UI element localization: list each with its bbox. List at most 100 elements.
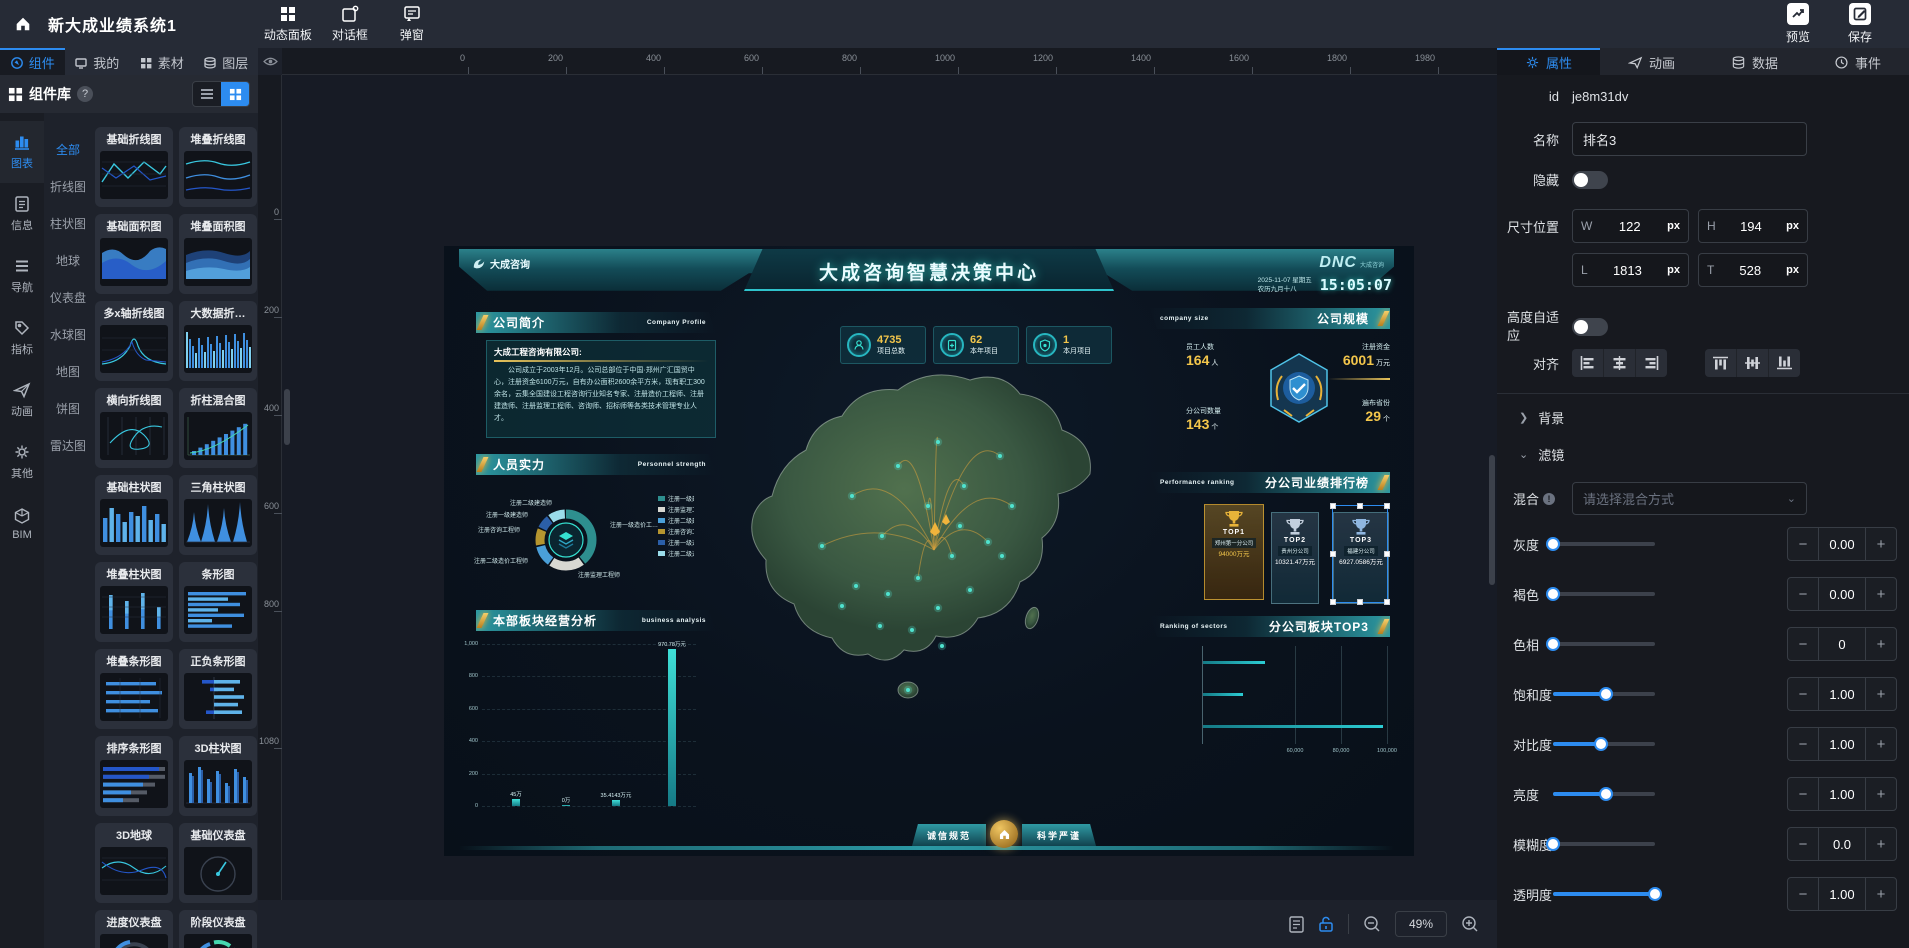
align-left-button[interactable] xyxy=(1572,349,1603,377)
slider-thumb[interactable] xyxy=(1648,887,1662,901)
increment-button[interactable]: + xyxy=(1866,778,1896,810)
category-item[interactable]: 全部 xyxy=(44,131,92,168)
slider-track[interactable] xyxy=(1553,542,1655,546)
name-input[interactable] xyxy=(1572,122,1807,156)
component-card[interactable]: 折柱混合图 xyxy=(179,388,257,468)
component-card[interactable]: 堆叠折线图 xyxy=(179,127,257,207)
rail-item-charts[interactable]: 图表 xyxy=(0,121,44,183)
component-card[interactable]: 横向折线图 xyxy=(95,388,173,468)
decrement-button[interactable]: − xyxy=(1788,528,1818,560)
rail-item-nav[interactable]: 导航 xyxy=(0,245,44,307)
decrement-button[interactable]: − xyxy=(1788,828,1818,860)
decrement-button[interactable]: − xyxy=(1788,678,1818,710)
selection-handle[interactable] xyxy=(1357,503,1363,509)
autoheight-toggle[interactable] xyxy=(1572,318,1608,336)
top-field[interactable]: T528px xyxy=(1698,253,1808,287)
component-card[interactable]: 堆叠柱状图 xyxy=(95,562,173,642)
component-card[interactable]: 基础折线图 xyxy=(95,127,173,207)
tab-mine[interactable]: 我的 xyxy=(65,48,130,75)
rail-item-animation[interactable]: 动画 xyxy=(0,369,44,431)
slider-track[interactable] xyxy=(1553,892,1655,896)
decrement-button[interactable]: − xyxy=(1788,578,1818,610)
zoom-out-button[interactable] xyxy=(1363,915,1381,933)
grid-view-button[interactable] xyxy=(221,82,249,106)
component-card[interactable]: 多x轴折线图 xyxy=(95,301,173,381)
component-card[interactable]: 基础仪表盘 xyxy=(179,823,257,903)
slider-thumb[interactable] xyxy=(1599,787,1613,801)
toolbar-popup-button[interactable]: 弹窗 xyxy=(381,0,443,48)
component-card[interactable]: 正负条形图 xyxy=(179,649,257,729)
decrement-button[interactable]: − xyxy=(1788,778,1818,810)
toolbar-dialog-button[interactable]: 对话框 xyxy=(319,0,381,48)
hide-toggle[interactable] xyxy=(1572,171,1608,189)
increment-button[interactable]: + xyxy=(1866,728,1896,760)
slider-thumb[interactable] xyxy=(1599,687,1613,701)
component-card[interactable]: 堆叠面积图 xyxy=(179,214,257,294)
help-icon[interactable]: ? xyxy=(77,86,93,102)
slider-track[interactable] xyxy=(1553,642,1655,646)
category-item[interactable]: 仪表盘 xyxy=(44,279,92,316)
selection-handle[interactable] xyxy=(1330,503,1336,509)
slider-thumb[interactable] xyxy=(1546,537,1560,551)
list-view-button[interactable] xyxy=(193,82,221,106)
home-button[interactable] xyxy=(0,0,46,48)
width-field[interactable]: W122px xyxy=(1572,209,1689,243)
topbar-preview-button[interactable]: 预览 xyxy=(1767,0,1829,48)
selection-handle[interactable] xyxy=(1384,551,1390,557)
slider-track[interactable] xyxy=(1553,592,1655,596)
left-scrollbar-thumb[interactable] xyxy=(284,389,290,445)
selection-handle[interactable] xyxy=(1384,503,1390,509)
slider-thumb[interactable] xyxy=(1546,637,1560,651)
canvas-body[interactable]: 大成咨询 DNC大成咨询 大成咨询智慧决策中心 2025-11-07 星期五 农… xyxy=(258,75,1497,900)
component-card[interactable]: 三角柱状图 xyxy=(179,475,257,555)
tab-layers[interactable]: 图层 xyxy=(194,48,259,75)
category-item[interactable]: 柱状图 xyxy=(44,205,92,242)
slider-track[interactable] xyxy=(1553,842,1655,846)
component-card[interactable]: 3D地球 xyxy=(95,823,173,903)
zoom-level-input[interactable]: 49% xyxy=(1395,911,1447,937)
component-card[interactable]: 3D柱状图 xyxy=(179,736,257,816)
blend-select[interactable]: 请选择混合方式 ⌄ xyxy=(1572,482,1807,515)
filter-section-toggle[interactable]: ⌄ 滤镜 xyxy=(1519,445,1909,464)
dashboard-preview[interactable]: 大成咨询 DNC大成咨询 大成咨询智慧决策中心 2025-11-07 星期五 农… xyxy=(444,246,1414,856)
rail-item-info[interactable]: 信息 xyxy=(0,183,44,245)
slider-thumb[interactable] xyxy=(1594,737,1608,751)
category-item[interactable]: 地球 xyxy=(44,242,92,279)
tab-attributes[interactable]: 属性 xyxy=(1497,48,1600,75)
align-bottom-button[interactable] xyxy=(1769,349,1800,377)
selection-handle[interactable] xyxy=(1330,551,1336,557)
decrement-button[interactable]: − xyxy=(1788,878,1818,910)
component-card[interactable]: 进度仪表盘 xyxy=(95,910,173,948)
decrement-button[interactable]: − xyxy=(1788,728,1818,760)
align-top-button[interactable] xyxy=(1705,349,1736,377)
component-card[interactable]: 条形图 xyxy=(179,562,257,642)
background-section-toggle[interactable]: ❯ 背景 xyxy=(1519,408,1909,427)
topbar-save-button[interactable]: 保存 xyxy=(1829,0,1891,48)
left-field[interactable]: L1813px xyxy=(1572,253,1689,287)
page-list-button[interactable] xyxy=(1289,916,1304,933)
increment-button[interactable]: + xyxy=(1866,578,1896,610)
tab-animation[interactable]: 动画 xyxy=(1600,48,1703,75)
component-card[interactable]: 基础面积图 xyxy=(95,214,173,294)
toolbar-grid-button[interactable]: 动态面板 xyxy=(257,0,319,48)
selection-box[interactable] xyxy=(1332,505,1388,603)
height-field[interactable]: H194px xyxy=(1698,209,1808,243)
slider-thumb[interactable] xyxy=(1546,837,1560,851)
component-card[interactable]: 排序条形图 xyxy=(95,736,173,816)
increment-button[interactable]: + xyxy=(1866,878,1896,910)
zoom-in-button[interactable] xyxy=(1461,915,1479,933)
tab-materials[interactable]: 素材 xyxy=(129,48,194,75)
increment-button[interactable]: + xyxy=(1866,678,1896,710)
selection-handle[interactable] xyxy=(1357,599,1363,605)
ruler-corner[interactable] xyxy=(258,48,282,75)
lock-button[interactable] xyxy=(1318,916,1334,933)
slider-track[interactable] xyxy=(1553,742,1655,746)
tab-components[interactable]: 组件 xyxy=(0,48,65,75)
increment-button[interactable]: + xyxy=(1866,628,1896,660)
category-item[interactable]: 饼图 xyxy=(44,390,92,427)
component-card[interactable]: 堆叠条形图 xyxy=(95,649,173,729)
rail-item-other[interactable]: 其他 xyxy=(0,431,44,493)
selection-handle[interactable] xyxy=(1330,599,1336,605)
category-item[interactable]: 雷达图 xyxy=(44,427,92,464)
rail-item-bim[interactable]: BIM xyxy=(0,493,44,555)
